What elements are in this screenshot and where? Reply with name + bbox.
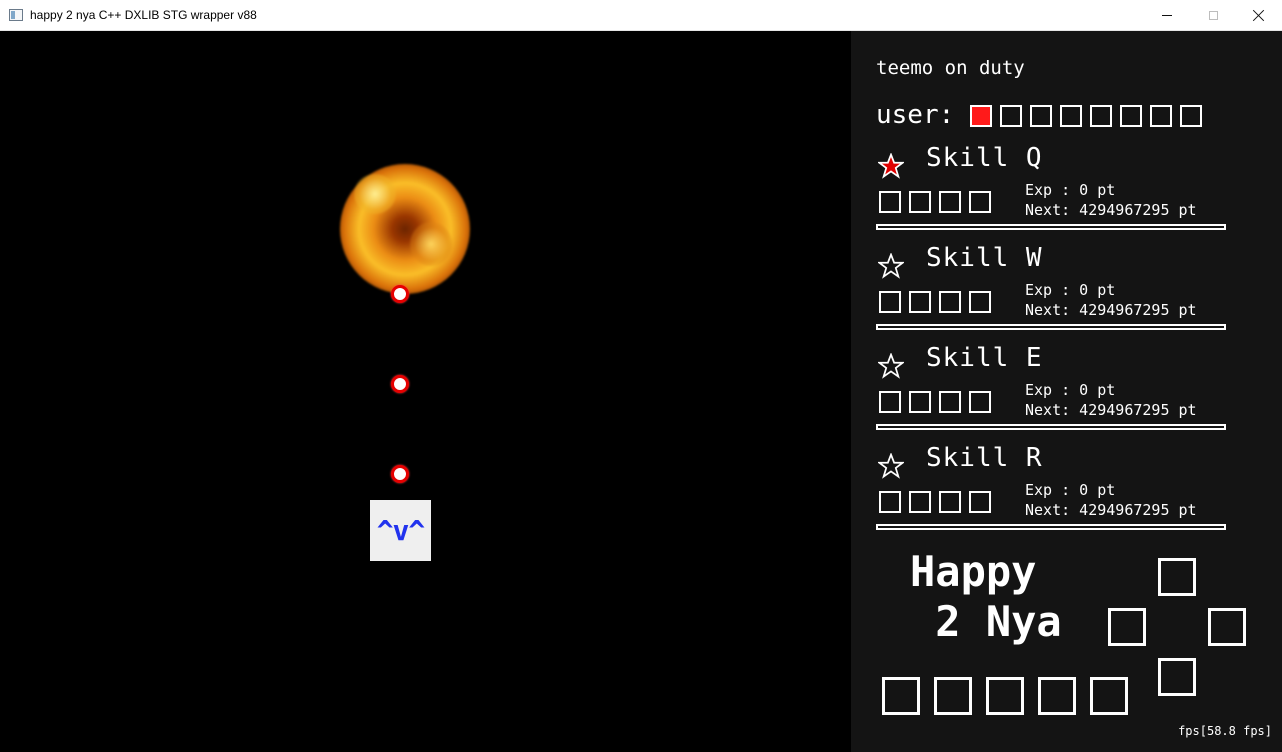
panel-heading: teemo on duty: [876, 57, 1025, 79]
window-title: happy 2 nya C++ DXLIB STG wrapper v88: [30, 8, 257, 22]
star-outline-icon: [878, 453, 904, 479]
skill-name: Skill W: [926, 243, 1043, 273]
star-outline-icon: [878, 353, 904, 379]
skill-exp: Exp : 0 pt: [1025, 281, 1116, 299]
user-slot: [970, 105, 992, 127]
skill-row: Skill W Exp : 0 pt Next: 4294967295 pt: [876, 243, 1251, 341]
skill-level-slot: [969, 391, 991, 413]
app-window-icon: [9, 9, 23, 21]
game-canvas[interactable]: ^v^: [0, 31, 851, 752]
skill-level-slot: [939, 391, 961, 413]
game-logo: Happy 2 Nya: [910, 547, 1062, 647]
maximize-button[interactable]: [1190, 0, 1236, 30]
skill-level-slot: [909, 191, 931, 213]
user-slot: [1180, 105, 1202, 127]
skill-name: Skill R: [926, 443, 1043, 473]
skill-level-slots: [879, 191, 991, 213]
inventory-slots: [882, 677, 1128, 715]
skill-next: Next: 4294967295 pt: [1025, 401, 1197, 419]
user-slot: [1000, 105, 1022, 127]
skill-level-slot: [969, 191, 991, 213]
skill-level-slot: [879, 291, 901, 313]
skill-level-slot: [879, 391, 901, 413]
bullet: [391, 465, 409, 483]
skill-row: Skill R Exp : 0 pt Next: 4294967295 pt: [876, 443, 1251, 541]
skill-level-slots: [879, 291, 991, 313]
inventory-slot: [934, 677, 972, 715]
close-icon: [1253, 9, 1265, 21]
inventory-slot: [986, 677, 1024, 715]
dpad-down-slot: [1158, 658, 1196, 696]
user-slot: [1150, 105, 1172, 127]
close-button[interactable]: [1236, 0, 1282, 30]
user-slot: [1030, 105, 1052, 127]
player-sprite: ^v^: [370, 500, 431, 561]
user-slot: [1060, 105, 1082, 127]
skill-level-slot: [909, 291, 931, 313]
user-slot: [1090, 105, 1112, 127]
user-slot: [1120, 105, 1142, 127]
minimize-icon: [1162, 14, 1172, 16]
dpad-left-slot: [1108, 608, 1146, 646]
skill-level-slots: [879, 391, 991, 413]
skill-name: Skill Q: [926, 143, 1043, 173]
skill-exp-bar: [876, 324, 1226, 330]
skill-exp: Exp : 0 pt: [1025, 181, 1116, 199]
dpad-right-slot: [1208, 608, 1246, 646]
skill-level-slot: [909, 391, 931, 413]
inventory-slot: [1090, 677, 1128, 715]
skill-exp-bar: [876, 424, 1226, 430]
skill-level-slots: [879, 491, 991, 513]
skill-level-slot: [879, 191, 901, 213]
skill-level-slot: [969, 291, 991, 313]
skill-exp-bar: [876, 524, 1226, 530]
user-slots: [970, 105, 1202, 127]
dpad-up-slot: [1158, 558, 1196, 596]
skill-level-slot: [969, 491, 991, 513]
skill-level-slot: [879, 491, 901, 513]
bullet: [391, 285, 409, 303]
logo-line-2: 2 Nya: [910, 597, 1062, 646]
skill-level-slot: [939, 491, 961, 513]
maximize-icon: [1208, 10, 1218, 20]
skill-row: Skill Q Exp : 0 pt Next: 4294967295 pt: [876, 143, 1251, 241]
user-label: user:: [876, 100, 955, 130]
inventory-slot: [1038, 677, 1076, 715]
logo-line-1: Happy: [910, 547, 1037, 596]
skill-level-slot: [939, 191, 961, 213]
status-panel: teemo on duty user: Skill Q Exp : 0 pt Nex…: [851, 31, 1282, 752]
skill-next: Next: 4294967295 pt: [1025, 201, 1197, 219]
inventory-slot: [882, 677, 920, 715]
fps-counter: fps[58.8 fps]: [1178, 724, 1272, 738]
bullet: [391, 375, 409, 393]
window-titlebar: happy 2 nya C++ DXLIB STG wrapper v88: [0, 0, 1282, 31]
minimize-button[interactable]: [1144, 0, 1190, 30]
skill-row: Skill E Exp : 0 pt Next: 4294967295 pt: [876, 343, 1251, 441]
skill-exp-bar: [876, 224, 1226, 230]
skill-name: Skill E: [926, 343, 1043, 373]
skill-exp: Exp : 0 pt: [1025, 481, 1116, 499]
skill-level-slot: [909, 491, 931, 513]
explosion-effect: [340, 164, 470, 294]
star-outline-icon: [878, 253, 904, 279]
skill-next: Next: 4294967295 pt: [1025, 301, 1197, 319]
star-filled-icon: [878, 153, 904, 179]
skill-next: Next: 4294967295 pt: [1025, 501, 1197, 519]
skill-exp: Exp : 0 pt: [1025, 381, 1116, 399]
skill-level-slot: [939, 291, 961, 313]
